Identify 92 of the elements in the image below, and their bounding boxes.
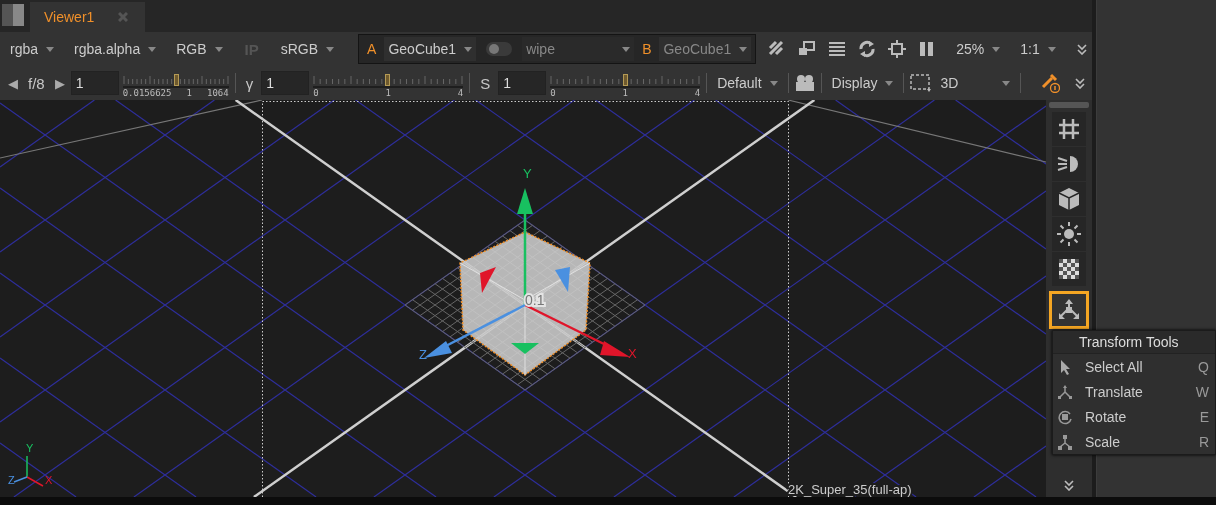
scale-label: 0 <box>550 87 556 99</box>
camera-icon[interactable] <box>794 74 815 92</box>
slider-thumb[interactable] <box>173 73 179 86</box>
value-field[interactable]: 1 <box>261 71 310 95</box>
caret-icon <box>769 80 778 86</box>
tool-button[interactable] <box>1052 112 1086 146</box>
input-b-label: B <box>641 41 653 57</box>
layer-dropdown[interactable]: rgba.alpha <box>70 37 161 61</box>
scale-label: 1 <box>385 87 391 99</box>
tool-button[interactable] <box>1052 147 1086 181</box>
input-a-label: A <box>366 41 378 57</box>
scale-label: 0 <box>313 87 319 99</box>
caret-icon <box>326 46 335 52</box>
caret-icon <box>885 80 894 86</box>
wipe-dropdown[interactable]: wipe <box>522 37 635 61</box>
display-dropdown[interactable]: Display <box>827 71 898 95</box>
caret-icon <box>46 46 55 52</box>
scale-label: 4 <box>457 87 464 99</box>
zoom-dropdown[interactable]: 25% <box>952 37 1005 61</box>
shortcut-label: W <box>1195 383 1209 400</box>
tool-button[interactable] <box>1052 182 1086 216</box>
corner-axes-icon <box>13 455 44 487</box>
grid-icon <box>1056 116 1082 142</box>
expand-icon[interactable] <box>1063 479 1075 491</box>
cube-icon <box>1056 186 1082 212</box>
scale-label: 0.0156625 <box>122 87 172 99</box>
menu-item[interactable]: Scale R <box>1053 429 1215 454</box>
y-axis-label: Y <box>523 166 532 181</box>
shortcut-label: Q <box>1198 358 1209 375</box>
caret-icon <box>1047 46 1056 52</box>
strip-handle[interactable] <box>1049 102 1089 108</box>
scale-label: 1064 <box>207 87 229 99</box>
caret-icon <box>214 46 223 52</box>
viewer-tab[interactable]: Viewer1 <box>30 2 145 32</box>
rotate-icon <box>1057 408 1073 425</box>
corner-x-label: X <box>45 474 53 486</box>
slider-thumb[interactable] <box>384 73 390 86</box>
slider-track[interactable] <box>550 71 701 88</box>
caret-icon <box>1002 80 1011 86</box>
display-channels-dropdown[interactable]: RGB <box>172 37 227 61</box>
slider-track[interactable] <box>313 71 464 88</box>
tool-button[interactable] <box>1052 217 1086 251</box>
scale-label: 4 <box>694 87 701 99</box>
list-icon[interactable] <box>828 40 847 58</box>
input-b-dropdown[interactable]: GeoCube1 <box>659 37 752 61</box>
view-mode-dropdown[interactable]: 3D <box>936 71 1015 95</box>
screens-icon[interactable] <box>798 40 817 58</box>
slider-label: S <box>479 74 492 92</box>
scale-label: 1 <box>622 87 628 99</box>
expand-icon[interactable] <box>1075 43 1088 55</box>
slider-label: γ <box>244 74 255 92</box>
caret-icon <box>992 46 1001 52</box>
caret-icon <box>622 46 631 52</box>
previous-stop-button[interactable]: ◀ <box>6 75 20 91</box>
caret-icon <box>148 46 157 52</box>
color-picker-icon[interactable] <box>1040 73 1060 93</box>
corner-z-label: Z <box>8 474 15 486</box>
menu-item[interactable]: Select All Q <box>1053 354 1215 379</box>
refresh-icon[interactable] <box>858 40 877 58</box>
shortcut-label: E <box>1199 408 1209 425</box>
menu-item[interactable]: Translate W <box>1053 379 1215 404</box>
menu-title: Transform Tools <box>1053 331 1215 354</box>
input-a-dropdown[interactable]: GeoCube1 <box>384 37 477 61</box>
selection-icon[interactable] <box>910 74 933 92</box>
ratio-dropdown[interactable]: 1:1 <box>1016 37 1060 61</box>
slider-thumb[interactable] <box>623 73 629 86</box>
close-icon <box>118 12 129 22</box>
scale-icon <box>1057 433 1073 450</box>
translate-icon <box>1057 383 1073 400</box>
corner-y-label: Y <box>26 442 34 454</box>
tool-button[interactable] <box>1052 252 1086 286</box>
sun-icon <box>1056 221 1082 247</box>
scale-label: 1 <box>186 87 192 99</box>
stop-label: f/8 <box>27 74 46 92</box>
caret-icon <box>464 46 473 52</box>
crosshair-box-icon[interactable] <box>888 40 907 58</box>
caret-icon <box>739 46 748 52</box>
value-field[interactable]: 1 <box>498 71 547 95</box>
lut-dropdown[interactable]: sRGB <box>276 37 339 61</box>
value-field[interactable]: 1 <box>70 71 119 95</box>
channels-dropdown[interactable]: rgba <box>6 37 59 61</box>
checker-icon <box>1056 256 1082 282</box>
menu-item[interactable]: Rotate E <box>1053 404 1215 429</box>
shortcut-label: R <box>1198 433 1209 450</box>
slider-track[interactable] <box>122 71 229 88</box>
expand-icon[interactable] <box>1074 77 1086 89</box>
tool-button[interactable] <box>1049 291 1089 329</box>
lut-mode-dropdown[interactable]: Default <box>713 71 782 95</box>
wipe-toggle[interactable] <box>486 42 513 56</box>
next-stop-button[interactable]: ▶ <box>52 75 67 91</box>
x-axis-label: X <box>628 346 637 361</box>
z-axis-label: Z <box>419 347 427 362</box>
